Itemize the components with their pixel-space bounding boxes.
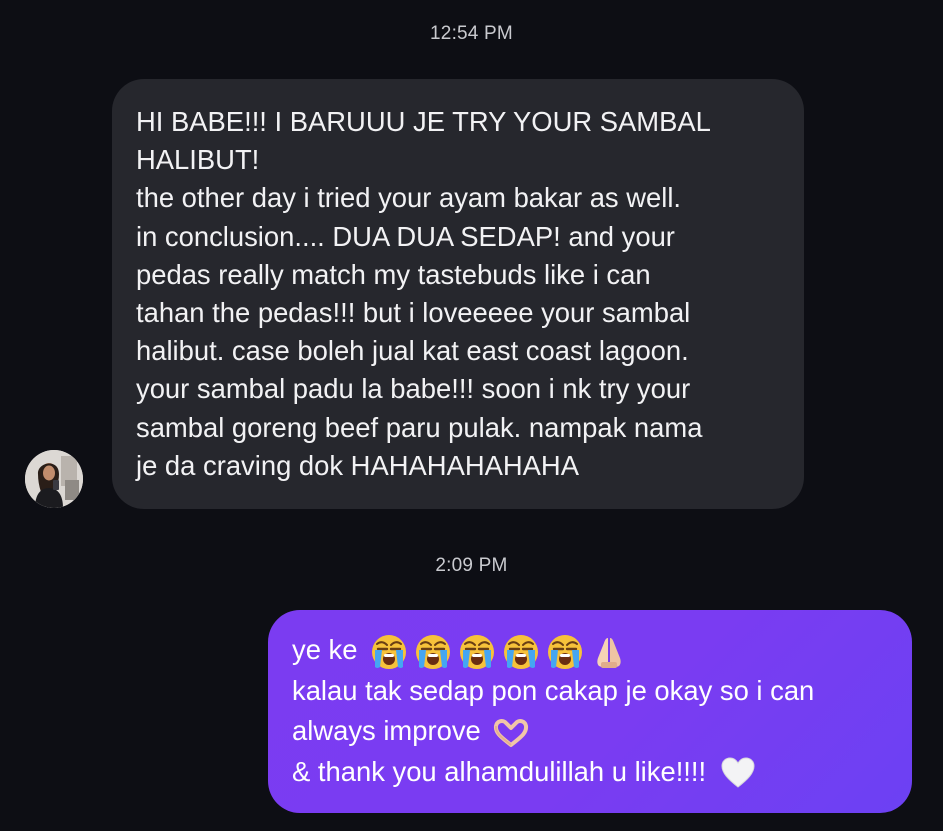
emoji-group [371,634,627,670]
message-line: HALIBUT! [136,144,260,176]
avatar[interactable] [25,450,83,508]
message-line: & thank you alhamdulillah u like!!!! [292,752,890,793]
loudly-crying-face-icon [504,634,539,669]
message-text: & thank you alhamdulillah u like!!!! [292,755,707,787]
message-line: pedas really match my tastebuds like i c… [136,258,651,290]
message-line: tahan the pedas!!! but i loveeeee your s… [136,297,691,329]
heart-hands-icon [494,718,529,747]
timestamp: 2:09 PM [435,555,508,576]
profile-photo-icon [25,450,83,508]
loudly-crying-face-icon [372,634,407,669]
message-line: halibut. case boleh jual kat east coast … [136,335,689,367]
message-line: in conclusion.... DUA DUA SEDAP! and you… [136,220,675,252]
white-heart-icon [721,757,755,788]
message-text: always improve [292,715,481,746]
timestamp: 12:54 PM [430,23,513,44]
message-line: your sambal padu la babe!!! soon i nk tr… [136,373,691,405]
message-line: always improve [292,711,890,752]
loudly-crying-face-icon [416,634,451,669]
message-text: ye ke [292,634,358,665]
message-line: HI BABE!!! I BARUUU JE TRY YOUR SAMBAL [136,106,711,137]
message-line: sambal goreng beef paru pulak. nampak na… [136,411,703,443]
loudly-crying-face-icon [548,634,583,669]
outgoing-message-bubble[interactable]: ye ke kalau tak sedap pon cakap je okay … [268,610,912,813]
message-line: je da craving dok HAHAHAHAHAHA [136,449,579,481]
message-line: the other day i tried your ayam bakar as… [136,182,682,214]
message-line: ye ke [292,630,890,671]
loudly-crying-face-icon [460,634,495,669]
folded-hands-icon [597,637,621,668]
incoming-message-bubble[interactable]: HI BABE!!! I BARUUU JE TRY YOUR SAMBAL H… [112,79,804,509]
message-line: kalau tak sedap pon cakap je okay so i c… [292,674,815,706]
